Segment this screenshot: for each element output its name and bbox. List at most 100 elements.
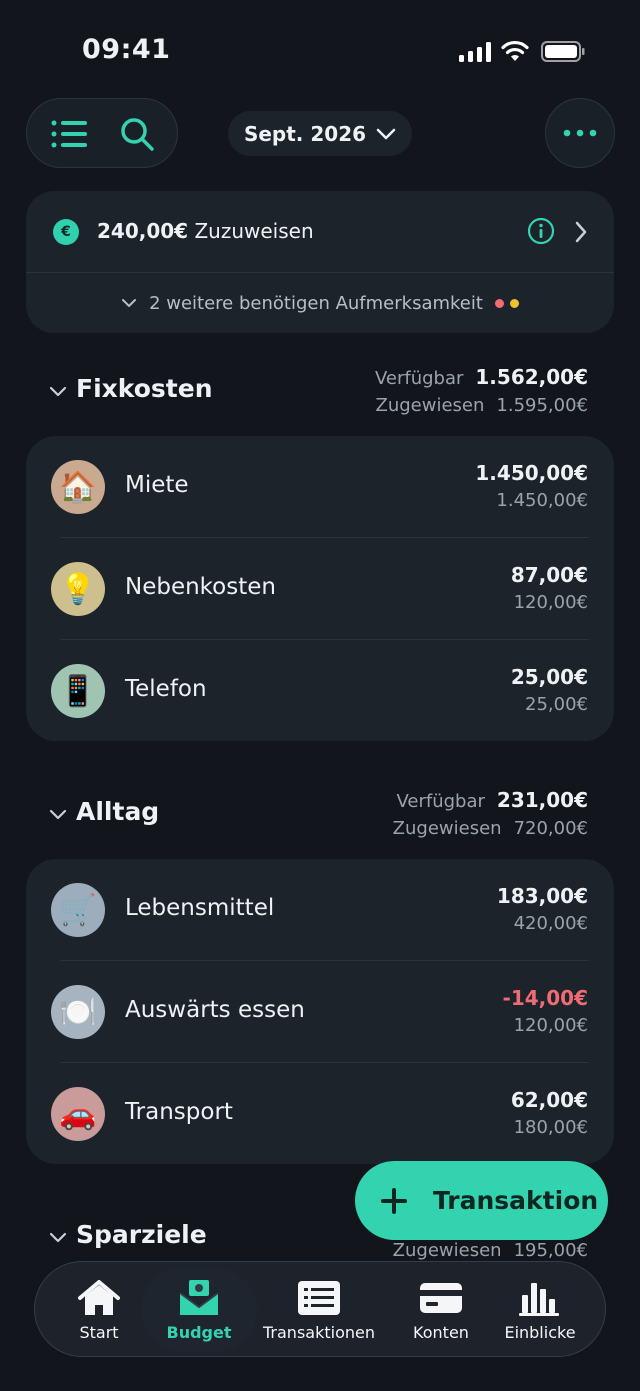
available-amount: 87,00€ [510,563,588,587]
assigned-label: Zugewiesen [392,1240,502,1261]
tab-start[interactable]: Start [59,1262,139,1358]
car-icon: 🚗 [51,1087,105,1141]
cellular-signal-icon [459,42,491,62]
to-assign-amount: 240,00€ [97,219,189,243]
tab-label: Transaktionen [263,1322,375,1342]
search-icon [121,118,154,151]
plate-icon: 🍽️ [51,985,105,1039]
category-row-transport[interactable]: 🚗 Transport 62,00€ 180,00€ [26,1063,614,1165]
chevron-down-icon [49,386,67,397]
chevron-down-icon [122,299,137,307]
red-dot [494,298,504,308]
category-amounts: -14,00€ 120,00€ [503,985,588,1039]
available-amount-negative: -14,00€ [502,986,588,1010]
list-menu-icon [51,120,87,148]
category-name: Transport [125,1099,233,1125]
tab-label: Einblicke [504,1322,576,1342]
available-amount: 62,00€ [510,1088,588,1112]
tab-label: Start [79,1322,119,1342]
tab-transaktionen[interactable]: Transaktionen [261,1262,377,1358]
to-assign-row[interactable]: € 240,00€ Zuzuweisen [26,191,614,272]
budget-envelope-icon [179,1279,219,1315]
plus-icon [381,1187,407,1214]
category-amounts: 87,00€ 120,00€ [511,562,588,616]
tab-konten[interactable]: Konten [399,1262,483,1358]
cart-icon: 🛒 [51,883,105,937]
tab-label: Konten [413,1322,469,1342]
month-selector[interactable]: Sept. 2026 [228,111,412,156]
available-amount: 183,00€ [496,884,588,908]
ellipsis-icon [563,129,597,137]
house-icon: 🏠 [51,460,105,514]
home-icon [78,1279,120,1315]
category-amounts: 183,00€ 420,00€ [497,883,588,937]
chevron-down-icon [49,1232,67,1243]
available-amount: 25,00€ [510,665,588,689]
assigned-amount: 120,00€ [513,1015,588,1036]
section-summary: Verfügbar 1.562,00€ Zugewiesen 1.595,00€ [375,364,588,419]
category-amounts: 1.450,00€ 1.450,00€ [475,460,588,514]
category-name: Nebenkosten [125,574,276,600]
category-name: Auswärts essen [125,997,305,1023]
to-assign-label: Zuzuweisen [194,219,314,243]
clock: 09:41 [82,34,171,65]
lightbulb-icon: 💡 [51,562,105,616]
chevron-right-icon [575,221,587,243]
chevron-down-icon [49,809,67,820]
category-amounts: 62,00€ 180,00€ [511,1087,588,1141]
category-row-miete[interactable]: 🏠 Miete 1.450,00€ 1.450,00€ [26,436,614,538]
search-button[interactable] [107,99,167,169]
add-transaction-button[interactable]: Transaktion [355,1161,608,1240]
top-left-controls [26,98,178,168]
assigned-value: 1.595,00€ [496,395,588,416]
section-title: Alltag [76,797,160,826]
category-row-nebenkosten[interactable]: 💡 Nebenkosten 87,00€ 120,00€ [26,538,614,640]
tab-budget[interactable]: Budget [141,1262,257,1358]
battery-icon [541,41,585,62]
bar-chart-icon [519,1282,559,1316]
section-title: Sparziele [76,1220,207,1249]
available-value: 1.562,00€ [475,365,588,389]
section-summary: Zugewiesen 195,00€ [393,1237,588,1264]
assigned-amount: 25,00€ [525,694,588,715]
attention-toggle[interactable]: 2 weitere benötigen Aufmerksamkeit [26,273,614,333]
info-icon[interactable] [527,217,555,245]
assigned-amount: 1.450,00€ [496,490,588,511]
section-summary: Verfügbar 231,00€ Zugewiesen 720,00€ [393,787,588,842]
section-header-alltag[interactable]: Alltag Verfügbar 231,00€ Zugewiesen 720,00… [0,787,640,857]
month-label: Sept. 2026 [243,121,367,146]
tab-label: Budget [166,1322,232,1342]
category-name: Miete [125,472,189,498]
attention-text: 2 weitere benötigen Aufmerksamkeit [149,292,483,314]
assigned-value: 195,00€ [513,1240,588,1261]
section-header-fixkosten[interactable]: Fixkosten Verfügbar 1.562,00€ Zugewiesen 1… [0,364,640,434]
section-title: Fixkosten [76,374,213,403]
wifi-icon [501,40,529,61]
list-icon [298,1280,340,1315]
available-label: Verfügbar [396,791,485,812]
category-card-alltag: 🛒 Lebensmittel 183,00€ 420,00€ 🍽️ Auswär… [26,859,614,1164]
tab-einblicke[interactable]: Einblicke [497,1262,583,1358]
assigned-label: Zugewiesen [392,818,502,839]
assigned-amount: 420,00€ [513,913,588,934]
assigned-amount: 120,00€ [513,592,588,613]
category-row-auswaerts-essen[interactable]: 🍽️ Auswärts essen -14,00€ 120,00€ [26,961,614,1063]
category-name: Telefon [125,676,207,702]
assigned-value: 720,00€ [513,818,588,839]
assigned-amount: 180,00€ [513,1117,588,1138]
category-row-lebensmittel[interactable]: 🛒 Lebensmittel 183,00€ 420,00€ [26,859,614,961]
euro-icon: € [53,219,79,245]
available-label: Verfügbar [374,368,464,389]
status-bar: 09:41 [0,0,640,100]
chevron-down-icon [376,128,396,139]
menu-button[interactable] [39,99,99,169]
assigned-label: Zugewiesen [375,395,485,416]
phone-icon: 📱 [51,664,105,718]
attention-dots [494,298,519,308]
to-assign-card: € 240,00€ Zuzuweisen 2 weitere benötigen… [26,191,614,333]
card-icon [420,1282,462,1313]
to-assign-text: 240,00€ Zuzuweisen [97,219,314,243]
tab-bar: Start Budget Transaktionen Konten Einbli… [34,1261,606,1357]
more-options-button[interactable] [545,98,615,168]
category-row-telefon[interactable]: 📱 Telefon 25,00€ 25,00€ [26,640,614,742]
